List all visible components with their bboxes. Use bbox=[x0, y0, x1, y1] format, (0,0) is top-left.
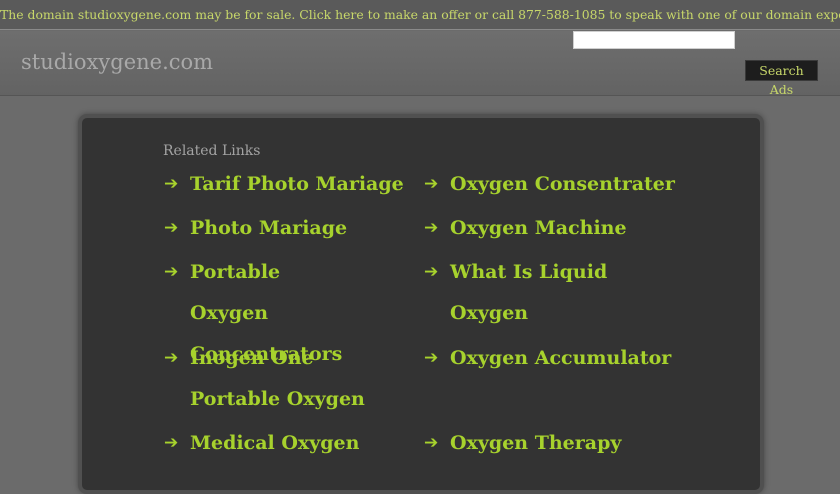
arrow-right-icon: ➔ bbox=[164, 174, 179, 194]
related-link[interactable]: Medical Oxygen bbox=[190, 423, 404, 464]
related-link-item[interactable]: ➔ Photo Mariage bbox=[164, 208, 404, 249]
related-link-item[interactable]: ➔ Oxygen Accumulator bbox=[424, 338, 684, 379]
related-link[interactable]: Oxygen Accumulator bbox=[450, 338, 684, 379]
arrow-right-icon: ➔ bbox=[164, 218, 179, 238]
arrow-right-icon: ➔ bbox=[424, 218, 439, 238]
search-ads-button[interactable]: Search Ads bbox=[745, 60, 818, 97]
arrow-right-icon: ➔ bbox=[424, 174, 439, 194]
related-link-item[interactable]: ➔ Inogen One Portable Oxygen bbox=[164, 338, 394, 420]
search-input[interactable] bbox=[573, 31, 735, 49]
arrow-right-icon: ➔ bbox=[164, 262, 179, 282]
related-link[interactable]: Oxygen Therapy bbox=[450, 423, 684, 464]
arrow-right-icon: ➔ bbox=[164, 433, 179, 453]
related-link-item[interactable]: ➔ Oxygen Therapy bbox=[424, 423, 684, 464]
related-link[interactable]: Inogen One Portable Oxygen bbox=[190, 338, 394, 420]
site-title: studioxygene.com bbox=[21, 50, 214, 74]
arrow-right-icon: ➔ bbox=[424, 348, 439, 368]
related-link[interactable]: Photo Mariage bbox=[190, 208, 404, 249]
domain-offer-link[interactable]: The domain studioxygene.com may be for s… bbox=[0, 7, 840, 22]
related-link[interactable]: What Is Liquid Oxygen bbox=[450, 252, 684, 334]
related-link-item[interactable]: ➔ Tarif Photo Mariage bbox=[164, 164, 404, 205]
related-link-item[interactable]: ➔ What Is Liquid Oxygen bbox=[424, 252, 684, 334]
related-link[interactable]: Tarif Photo Mariage bbox=[190, 164, 404, 205]
arrow-right-icon: ➔ bbox=[424, 262, 439, 282]
arrow-right-icon: ➔ bbox=[164, 348, 179, 368]
related-links-heading: Related Links bbox=[163, 143, 261, 159]
domain-sale-banner: The domain studioxygene.com may be for s… bbox=[0, 0, 840, 30]
related-link[interactable]: Oxygen Consentrater bbox=[450, 164, 684, 205]
related-link-item[interactable]: ➔ Medical Oxygen bbox=[164, 423, 404, 464]
related-link-item[interactable]: ➔ Oxygen Machine bbox=[424, 208, 684, 249]
related-link-item[interactable]: ➔ Oxygen Consentrater bbox=[424, 164, 684, 205]
arrow-right-icon: ➔ bbox=[424, 433, 439, 453]
related-link[interactable]: Oxygen Machine bbox=[450, 208, 684, 249]
